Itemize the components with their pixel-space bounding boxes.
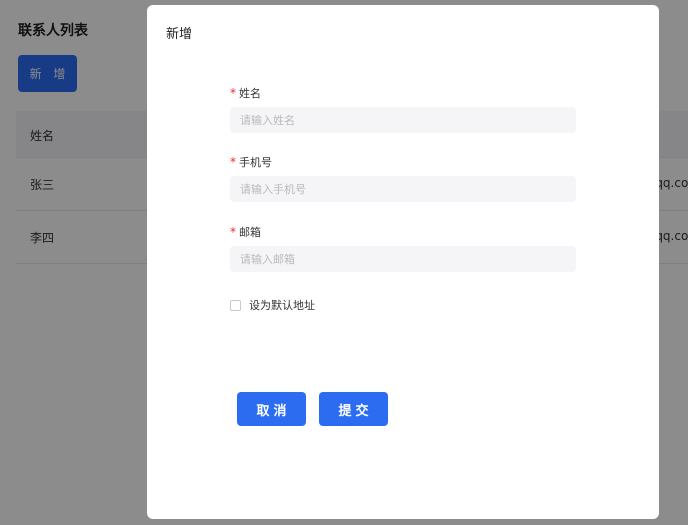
phone-field: * 手机号	[230, 154, 576, 202]
email-field: * 邮箱	[230, 224, 576, 272]
name-label: * 姓名	[230, 85, 576, 101]
email-label: * 邮箱	[230, 224, 576, 240]
default-address-label: 设为默认地址	[249, 299, 315, 312]
required-mark: *	[230, 155, 236, 169]
add-contact-modal: 新增 *姓名 *手机号 *邮箱 设为默认地址 取消 提交	[147, 5, 659, 519]
name-field: * 姓名	[230, 85, 576, 133]
default-address-checkbox[interactable]	[230, 299, 241, 311]
default-address-option[interactable]: 设为默认地址	[230, 297, 315, 313]
phone-label: * 手机号	[230, 154, 576, 170]
submit-button[interactable]: 提交	[319, 392, 388, 426]
phone-input[interactable]	[230, 176, 576, 202]
email-label-text: 邮箱	[239, 226, 261, 239]
email-input[interactable]	[230, 246, 576, 272]
modal-title: 新增	[166, 27, 193, 42]
required-mark: *	[230, 86, 236, 100]
name-label-text: 姓名	[239, 87, 261, 100]
required-mark: *	[230, 225, 236, 239]
cancel-button[interactable]: 取消	[237, 392, 306, 426]
name-input[interactable]	[230, 107, 576, 133]
phone-label-text: 手机号	[239, 156, 272, 169]
